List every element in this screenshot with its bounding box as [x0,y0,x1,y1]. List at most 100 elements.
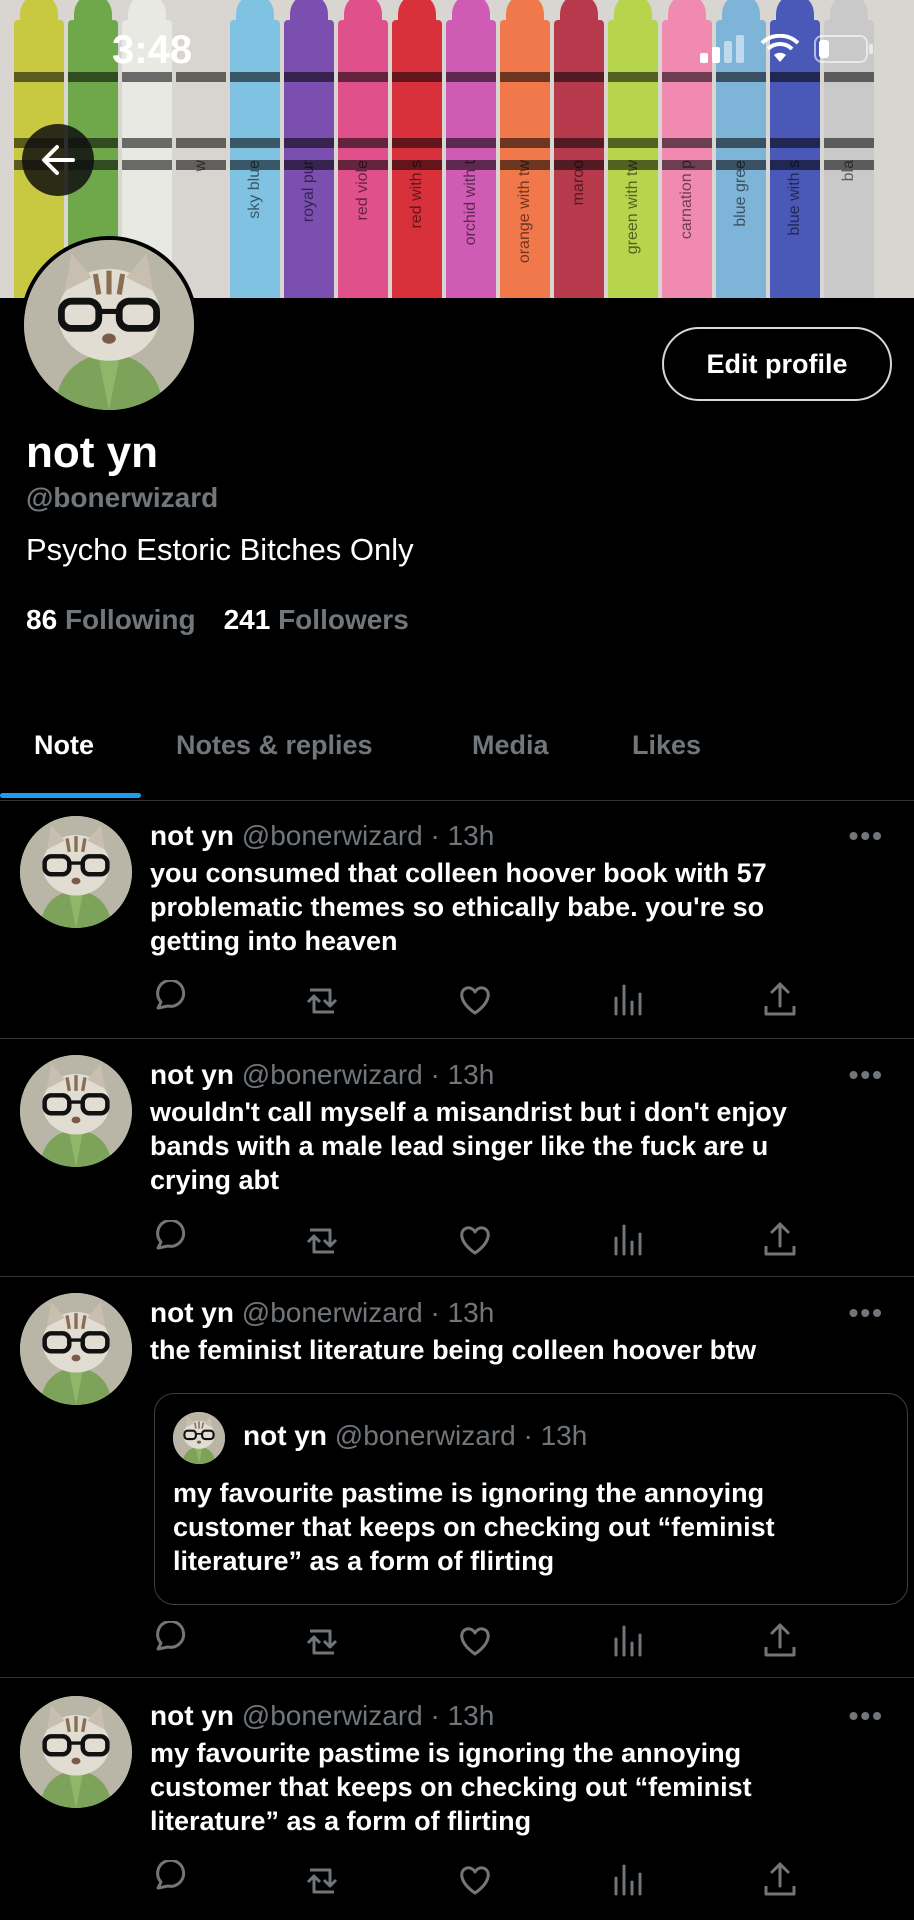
arrow-left-icon [42,145,75,175]
avatar[interactable] [20,1293,132,1405]
share-icon[interactable] [760,1621,800,1661]
tweet-author-name[interactable]: not yn [150,820,234,851]
followers-count: 241 [223,604,271,635]
tweet[interactable]: not yn @bonerwizard · 13h ••• the femini… [0,1276,914,1678]
retweet-icon[interactable] [302,980,342,1020]
tweet-actions [150,1860,796,1900]
crayon-band [554,72,604,82]
crayon-band [662,138,712,148]
crayon-tip [398,0,436,34]
tab-note[interactable]: Note [34,730,94,761]
retweet-icon[interactable] [302,1621,342,1661]
more-options-icon[interactable]: ••• [849,1700,884,1732]
quoted-tweet-text: my favourite pastime is ignoring the ann… [173,1478,775,1576]
crayon: maroo [554,0,604,298]
tweet-author-name[interactable]: not yn [150,1059,234,1090]
crayon-tip [668,0,706,34]
profile-bio: Psycho Estoric Bitches Only [26,532,414,567]
cat-avatar-image [20,1293,132,1405]
share-icon[interactable] [760,1220,800,1260]
crayon-band [392,138,442,148]
crayon-tip [20,0,58,34]
tab-media[interactable]: Media [472,730,549,761]
quoted-author-name: not yn [243,1420,327,1451]
crayon-band [716,138,766,148]
avatar[interactable] [20,816,132,928]
crayon-label: red viole [354,160,371,221]
cat-avatar-image [20,1696,132,1808]
profile-avatar[interactable] [20,236,198,414]
crayon: red with s [392,0,442,298]
following-link[interactable]: 86 Following [26,604,196,636]
crayon-band [446,138,496,148]
avatar[interactable] [20,1055,132,1167]
views-icon[interactable] [608,1220,648,1260]
retweet-icon[interactable] [302,1220,342,1260]
crayon-band [608,138,658,148]
more-options-icon[interactable]: ••• [849,1297,884,1329]
crayon-tip [614,0,652,34]
share-icon[interactable] [760,1860,800,1900]
edit-profile-button[interactable]: Edit profile [662,327,892,401]
tweet-actions [150,980,796,1020]
crayon-tip [830,0,868,34]
retweet-icon[interactable] [302,1860,342,1900]
cat-avatar-image [173,1412,225,1464]
tweet-meta: @bonerwizard · 13h [241,1059,495,1090]
cat-avatar-image [20,816,132,928]
views-icon[interactable] [608,1860,648,1900]
crayon-band [392,72,442,82]
tweet-author-name[interactable]: not yn [150,1700,234,1731]
profile-tabs: Note Notes & replies Media Likes [0,720,914,801]
quoted-tweet[interactable]: not yn @bonerwizard · 13h my favourite p… [154,1393,908,1605]
tweet-actions [150,1621,796,1661]
reply-icon[interactable] [150,1621,190,1661]
crayon: orchid with t [446,0,496,298]
more-options-icon[interactable]: ••• [849,820,884,852]
back-button[interactable] [22,124,94,196]
crayon-band [176,138,226,148]
tab-likes[interactable]: Likes [632,730,701,761]
tweet[interactable]: not yn @bonerwizard · 13h ••• my favouri… [0,1677,914,1920]
reply-icon[interactable] [150,1220,190,1260]
views-icon[interactable] [608,1621,648,1661]
active-tab-indicator [0,793,141,798]
tweet-author-name[interactable]: not yn [150,1297,234,1328]
reply-icon[interactable] [150,980,190,1020]
like-icon[interactable] [455,980,495,1020]
tab-notes-and-replies[interactable]: Notes & replies [176,730,373,761]
reply-icon[interactable] [150,1860,190,1900]
followers-link[interactable]: 241 Followers [224,604,409,636]
quoted-meta: @bonerwizard · 13h [334,1420,588,1451]
crayon-band [176,72,226,82]
tweet[interactable]: not yn @bonerwizard · 13h ••• you consum… [0,800,914,1039]
avatar[interactable] [173,1412,225,1464]
tweet-text: you consumed that colleen hoover book wi… [150,858,767,956]
like-icon[interactable] [455,1860,495,1900]
crayon-label: sky blue [246,160,263,219]
crayon: sky blue [230,0,280,298]
tweet-meta: @bonerwizard · 13h [241,820,495,851]
more-options-icon[interactable]: ••• [849,1059,884,1091]
tweet-header: not yn @bonerwizard · 13h [150,1700,494,1732]
tweet-text: wouldn't call myself a misandrist but i … [150,1097,787,1195]
crayon-band [230,72,280,82]
like-icon[interactable] [455,1621,495,1661]
tweet[interactable]: not yn @bonerwizard · 13h ••• wouldn't c… [0,1038,914,1277]
views-icon[interactable] [608,980,648,1020]
like-icon[interactable] [455,1220,495,1260]
crayon-band [446,72,496,82]
tweet-text: my favourite pastime is ignoring the ann… [150,1738,752,1836]
crayon-tip [344,0,382,34]
crayon-band [284,138,334,148]
crayon-tip [560,0,598,34]
tweet-text: the feminist literature being colleen ho… [150,1335,757,1365]
crayon-band [824,72,874,82]
share-icon[interactable] [760,980,800,1020]
crayon-label: blue gree [732,160,749,227]
battery-icon [814,35,873,63]
avatar[interactable] [20,1696,132,1808]
crayon-tip [74,0,112,34]
crayon-band [662,72,712,82]
crayon-label: green with tw [624,160,641,255]
